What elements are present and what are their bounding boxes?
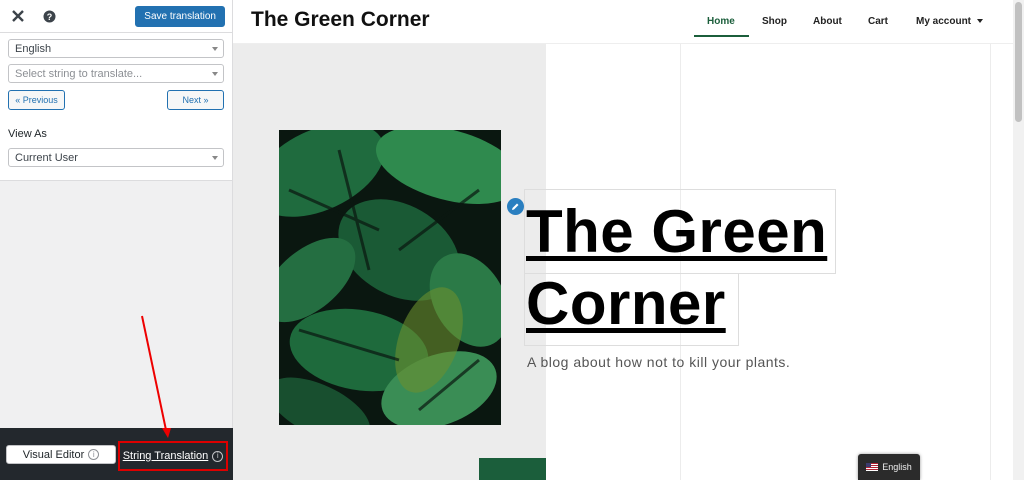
site-header: The Green Corner Home Shop About Cart My… (233, 0, 1013, 44)
translation-editor: ? Save translation English Select string… (0, 0, 1024, 480)
site-title[interactable]: The Green Corner (251, 8, 430, 32)
scrollbar[interactable] (1013, 0, 1024, 480)
close-icon[interactable] (7, 5, 29, 27)
language-switcher-label: English (882, 462, 912, 472)
nav-cart[interactable]: Cart (868, 16, 888, 27)
panel-controls: ? Save translation English Select string… (0, 0, 232, 181)
hero-title-line1: The Green (526, 198, 828, 265)
hero-title[interactable]: The Green Corner (526, 196, 827, 340)
view-as-label: View As (8, 128, 47, 140)
panel-toolbar: ? Save translation (0, 0, 232, 33)
nav-active-indicator (694, 35, 749, 37)
nav-home[interactable]: Home (707, 16, 735, 27)
scrollbar-thumb[interactable] (1015, 2, 1022, 122)
translation-panel: ? Save translation English Select string… (0, 0, 233, 480)
help-icon[interactable]: ? (38, 5, 60, 27)
chevron-down-icon (212, 47, 218, 51)
svg-text:?: ? (46, 12, 52, 22)
divider (990, 44, 991, 480)
nav-about[interactable]: About (813, 16, 842, 27)
string-select-placeholder: Select string to translate... (15, 67, 143, 80)
chevron-down-icon (212, 156, 218, 160)
string-translation-button[interactable]: String Translation i (118, 441, 228, 471)
site-tagline[interactable]: A blog about how not to kill your plants… (527, 354, 790, 370)
save-translation-button[interactable]: Save translation (135, 6, 225, 27)
nav-my-account[interactable]: My account (916, 16, 984, 27)
string-select[interactable]: Select string to translate... (8, 64, 224, 83)
next-button[interactable]: Next » (167, 90, 224, 110)
nav-my-account-label: My account (916, 16, 972, 27)
visual-editor-button[interactable]: Visual Editor i (6, 445, 116, 464)
green-button[interactable] (479, 458, 546, 480)
chevron-down-icon (977, 19, 984, 24)
info-icon: i (88, 449, 100, 460)
chevron-down-icon (212, 72, 218, 76)
language-select[interactable]: English (8, 39, 224, 58)
visual-editor-label: Visual Editor (22, 448, 85, 461)
pencil-icon[interactable] (507, 198, 524, 215)
string-translation-label: String Translation (122, 450, 209, 462)
view-as-select[interactable]: Current User (8, 148, 224, 167)
plant-image (279, 130, 501, 425)
nav-shop[interactable]: Shop (762, 16, 787, 27)
language-select-value: English (15, 42, 52, 55)
site-preview: The Green Corner Home Shop About Cart My… (233, 0, 1013, 480)
view-as-select-value: Current User (15, 151, 78, 164)
previous-button[interactable]: « Previous (8, 90, 65, 110)
info-icon: i (212, 450, 224, 462)
hero-title-line2: Corner (526, 270, 726, 337)
language-switcher[interactable]: English (858, 454, 920, 480)
us-flag-icon (866, 463, 879, 471)
editor-mode-bar: Visual Editor i String Translation i (0, 428, 233, 480)
